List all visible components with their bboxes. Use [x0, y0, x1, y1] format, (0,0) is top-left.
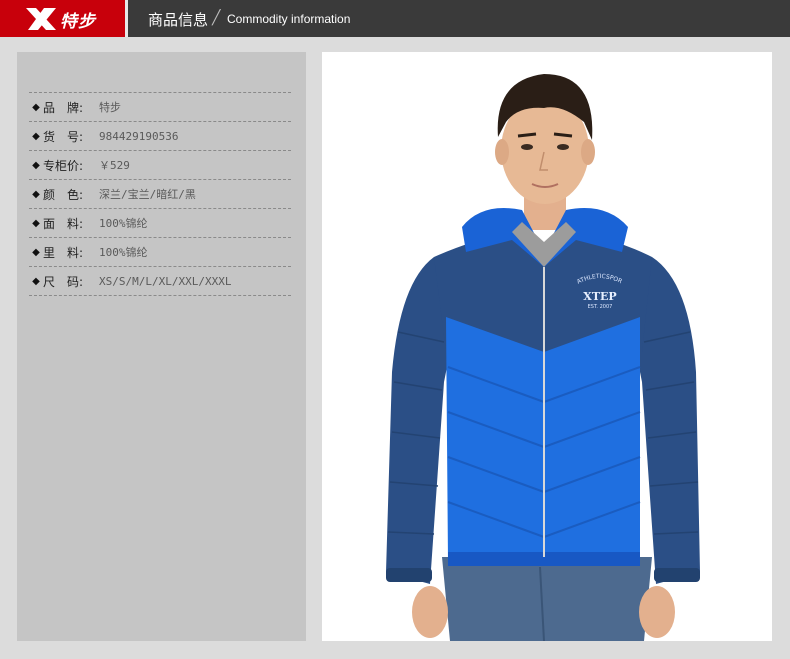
section-subtitle: Commodity information: [227, 12, 351, 26]
diamond-bullet-icon: ◆: [32, 130, 40, 142]
info-row-size: ◆ 尺 码: XS/S/M/L/XL/XXL/XXXL: [29, 267, 291, 296]
info-value: 特步: [99, 101, 121, 114]
info-row-brand: ◆ 品 牌: 特步: [29, 93, 291, 122]
info-label: 专柜价:: [43, 158, 84, 173]
diamond-bullet-icon: ◆: [32, 101, 40, 113]
diamond-bullet-icon: ◆: [32, 246, 40, 258]
info-label: 货 号:: [43, 129, 84, 144]
info-row-item-number: ◆ 货 号: 984429190536: [29, 122, 291, 151]
info-label: 里 料:: [43, 245, 84, 260]
info-label: 颜 色:: [43, 187, 84, 202]
product-info-panel: ◆ 品 牌: 特步 ◆ 货 号: 984429190536 ◆ 专柜价: ￥52…: [17, 52, 306, 641]
info-value: 984429190536: [99, 129, 179, 143]
brand-name: 特步: [60, 12, 96, 32]
info-row-color: ◆ 颜 色: 深兰/宝兰/暗红/黑: [29, 180, 291, 209]
info-label: 尺 码:: [43, 274, 84, 289]
info-row-price: ◆ 专柜价: ￥529: [29, 151, 291, 180]
info-value: ￥529: [99, 159, 130, 172]
info-row-fabric: ◆ 面 料: 100%锦纶: [29, 209, 291, 238]
diamond-bullet-icon: ◆: [32, 275, 40, 287]
xtep-x-icon: [26, 8, 56, 30]
right-hand-shape: [639, 586, 675, 638]
jacket-brand-print: XTEP: [583, 290, 616, 303]
info-value: 深兰/宝兰/暗红/黑: [99, 188, 196, 201]
jeans-shape: [442, 557, 652, 641]
model-wearing-jacket-illustration: ATHLETICSPORTS XTEP EST. 2007: [322, 52, 700, 641]
brand-logo[interactable]: 特步: [0, 0, 125, 37]
title-separator: ╱: [212, 10, 221, 26]
info-label: 面 料:: [43, 216, 84, 231]
info-value: XS/S/M/L/XL/XXL/XXXL: [99, 274, 232, 288]
info-value: 100%锦纶: [99, 246, 148, 259]
product-photo: ATHLETICSPORTS XTEP EST. 2007: [322, 52, 772, 641]
top-header-bar: 特步 商品信息 ╱ Commodity information: [0, 0, 790, 37]
diamond-bullet-icon: ◆: [32, 159, 40, 171]
info-label: 品 牌:: [43, 100, 84, 115]
section-title: 商品信息: [148, 11, 209, 29]
info-row-lining: ◆ 里 料: 100%锦纶: [29, 238, 291, 267]
diamond-bullet-icon: ◆: [32, 217, 40, 229]
header-divider: [125, 0, 128, 37]
diamond-bullet-icon: ◆: [32, 188, 40, 200]
product-info-list: ◆ 品 牌: 特步 ◆ 货 号: 984429190536 ◆ 专柜价: ￥52…: [29, 92, 291, 296]
jacket-est-print: EST. 2007: [588, 304, 613, 310]
info-value: 100%锦纶: [99, 217, 148, 230]
left-hand-shape: [412, 586, 448, 638]
